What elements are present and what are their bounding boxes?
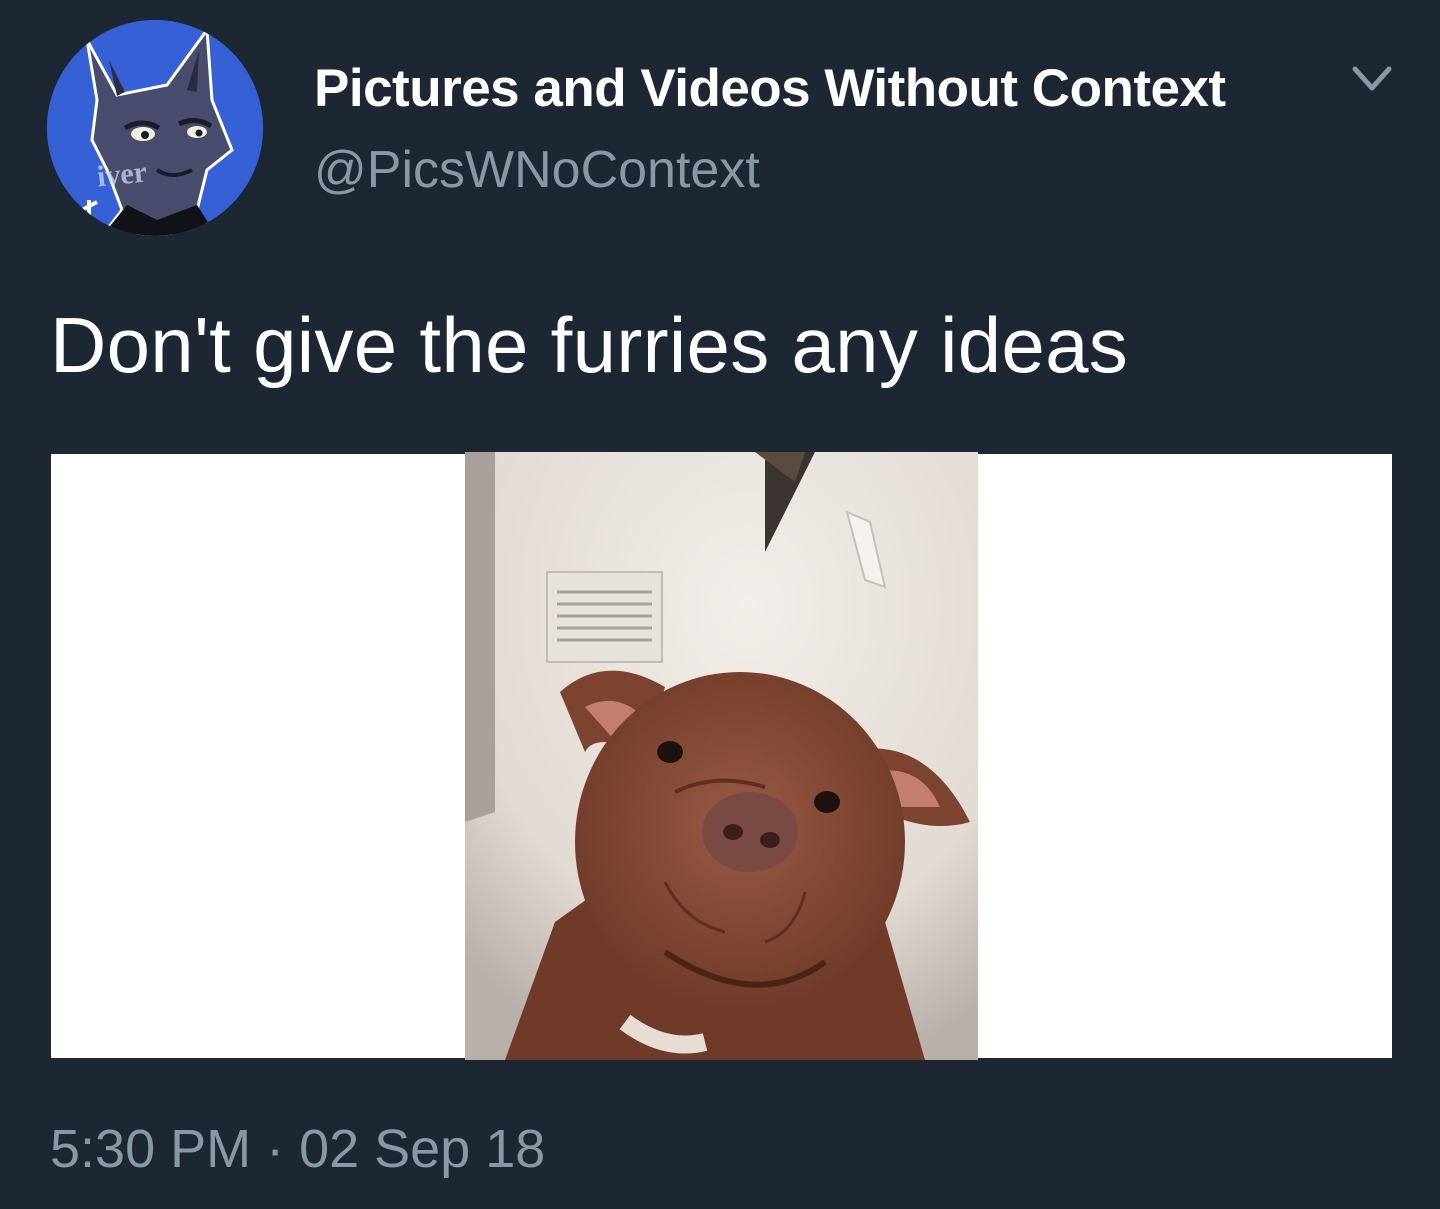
- avatar-wolf-icon: [47, 20, 263, 236]
- tweet-timestamp[interactable]: 5:30 PM · 02 Sep 18: [50, 1118, 545, 1180]
- dog-photo[interactable]: [465, 452, 978, 1060]
- avatar-badge-text: iver: [95, 155, 149, 194]
- author-handle[interactable]: @PicsWNoContext: [314, 140, 760, 200]
- author-display-name[interactable]: Pictures and Videos Without Context: [314, 58, 1226, 119]
- chevron-down-icon[interactable]: [1352, 64, 1392, 94]
- avatar[interactable]: iver: [47, 20, 263, 236]
- tweet-card: iver Pictures and Videos Without Context…: [0, 0, 1440, 1209]
- tweet-text: Don't give the furries any ideas: [50, 301, 1129, 389]
